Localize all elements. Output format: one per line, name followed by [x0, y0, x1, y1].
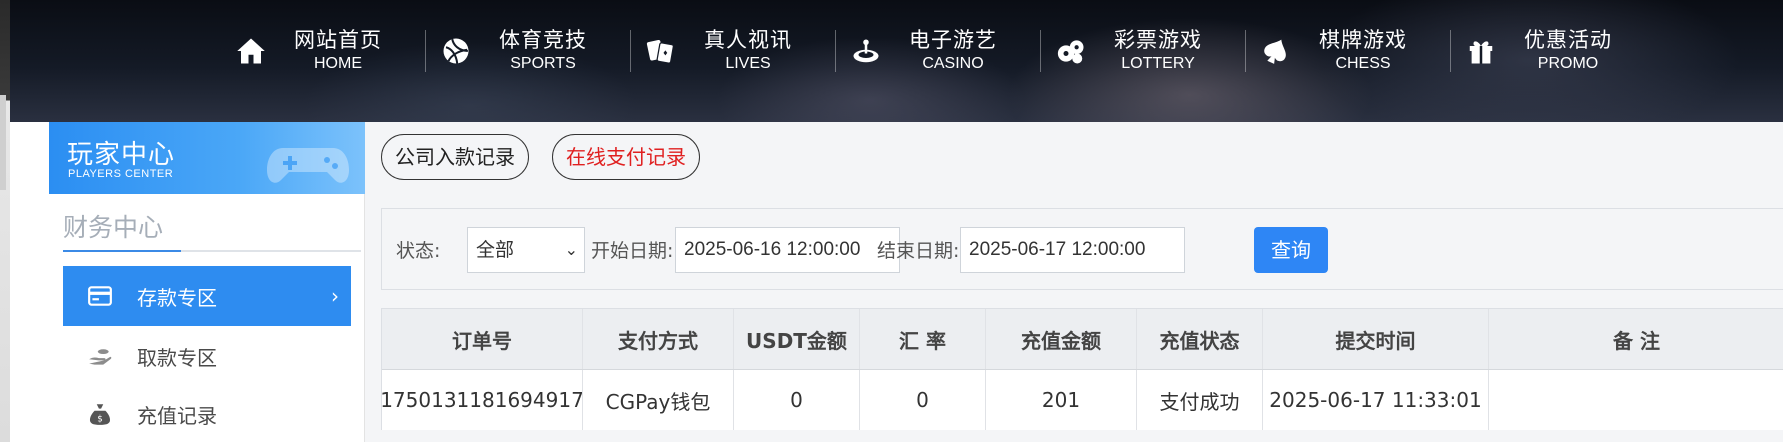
cell-recharge-amount: 201 [985, 370, 1136, 430]
nav-label-en: SPORTS [510, 55, 576, 72]
end-date-label: 结束日期: [877, 240, 960, 262]
nav-text: 优惠活动 PROMO [1524, 27, 1612, 75]
header-order-id: 订单号 [452, 328, 512, 353]
players-center-header: 玩家中心 PLAYERS CENTER [49, 122, 365, 194]
header-payment-method: 支付方式 [582, 309, 733, 369]
hand-coin-icon [85, 341, 115, 371]
nav-item-lottery[interactable]: 彩票游戏 LOTTERY [1040, 22, 1245, 80]
nav-label-cn: 网站首页 [294, 28, 382, 52]
sidebar-item-label: 取款专区 [137, 345, 217, 370]
gamepad-icon [267, 148, 349, 183]
nav-text: 真人视讯 LIVES [704, 27, 792, 75]
table-header: 订单号 支付方式 USDT金额 汇 率 充值金额 充值状态 提交时间 备 注 [382, 309, 1783, 370]
top-navigation: 网站首页 HOME 体育竞技 SPORTS 真人视讯 LIVES 电子游艺 CA… [10, 0, 1783, 122]
start-date-input[interactable]: 2025-06-16 12:00:00 [675, 227, 900, 273]
query-button[interactable]: 查询 [1254, 227, 1328, 273]
cell-order-id: 1750131181694917 [380, 388, 584, 412]
nav-item-casino[interactable]: 电子游艺 CASINO [835, 22, 1040, 80]
money-bag-icon: $ [85, 399, 115, 429]
status-select-value: 全部 [476, 239, 515, 261]
start-date-label: 开始日期: [591, 240, 674, 262]
end-date-input[interactable]: 2025-06-17 12:00:00 [960, 227, 1185, 273]
nav-label-en: HOME [314, 55, 362, 72]
header-exchange-rate: 汇 率 [859, 309, 985, 369]
header-submit-time: 提交时间 [1262, 309, 1488, 369]
nav-label-en: CHESS [1335, 55, 1391, 72]
cell-usdt-amount: 0 [733, 370, 859, 430]
window-edge [0, 0, 10, 442]
ball-icon [439, 34, 473, 68]
header-recharge-status: 充值状态 [1136, 309, 1262, 369]
lottery-balls-icon [1054, 34, 1088, 68]
finance-center-title: 财务中心 [63, 213, 164, 242]
main-content: 公司入款记录 在线支付记录 状态: 全部 ⌄ 开始日期: 2025-06-16 … [365, 122, 1783, 442]
nav-label-cn: 彩票游戏 [1114, 28, 1202, 52]
roulette-icon [849, 34, 883, 68]
sidebar-item-deposit[interactable]: 存款专区 › [63, 266, 351, 326]
finance-center-divider [63, 250, 361, 252]
nav-label-en: LIVES [725, 55, 771, 72]
cell-payment-method: CGPay钱包 [582, 370, 733, 430]
window-edge-notch [0, 95, 6, 190]
sidebar-item-label: 存款专区 [137, 285, 217, 310]
table-row: 1750131181694917 CGPay钱包 0 0 201 支付成功 20… [380, 370, 1783, 430]
nav-text: 电子游艺 CASINO [909, 27, 997, 75]
nav-text: 网站首页 HOME [294, 27, 382, 75]
cell-recharge-status: 支付成功 [1136, 370, 1262, 430]
gift-icon [1464, 34, 1498, 68]
nav-label-cn: 棋牌游戏 [1319, 28, 1407, 52]
nav-label-en: LOTTERY [1121, 55, 1195, 72]
sidebar-item-withdraw[interactable]: 取款专区 [63, 326, 351, 386]
nav-text: 体育竞技 SPORTS [499, 27, 587, 75]
card-icon [85, 281, 115, 311]
status-label: 状态: [396, 240, 441, 262]
nav-item-sports[interactable]: 体育竞技 SPORTS [425, 22, 630, 80]
records-table: 订单号 支付方式 USDT金额 汇 率 充值金额 充值状态 提交时间 备 注 1… [380, 308, 1783, 430]
tab-company-deposit-record[interactable]: 公司入款记录 [381, 134, 529, 180]
nav-item-lives[interactable]: 真人视讯 LIVES [630, 22, 835, 80]
sidebar-item-recharge-record[interactable]: $ 充值记录 [63, 384, 351, 442]
nav-label-cn: 优惠活动 [1524, 28, 1612, 52]
nav-text: 彩票游戏 LOTTERY [1114, 27, 1202, 75]
nav-label-en: PROMO [1537, 55, 1599, 72]
status-select[interactable]: 全部 ⌄ [467, 227, 585, 273]
sidebar: 玩家中心 PLAYERS CENTER 财务中心 存款专区 › 取款专区 $ 充… [49, 122, 365, 442]
header-recharge-amount: 充值金额 [985, 309, 1136, 369]
nav-item-promo[interactable]: 优惠活动 PROMO [1450, 22, 1655, 80]
cards-icon [644, 34, 678, 68]
tab-online-payment-record[interactable]: 在线支付记录 [552, 134, 700, 180]
chevron-down-icon: ⌄ [564, 240, 578, 259]
svg-text:$: $ [97, 415, 103, 425]
chevron-right-icon: › [331, 284, 339, 308]
nav-label-cn: 体育竞技 [499, 28, 587, 52]
nav-label-cn: 真人视讯 [704, 28, 792, 52]
cell-submit-time: 2025-06-17 11:33:01 [1262, 370, 1488, 430]
spade-icon [1259, 34, 1293, 68]
players-center-subtitle: PLAYERS CENTER [68, 168, 174, 180]
nav-list: 网站首页 HOME 体育竞技 SPORTS 真人视讯 LIVES 电子游艺 CA… [220, 22, 1655, 80]
players-center-title: 玩家中心 [67, 140, 176, 170]
home-icon [234, 34, 268, 68]
nav-text: 棋牌游戏 CHESS [1319, 27, 1407, 75]
filter-bar: 状态: 全部 ⌄ 开始日期: 2025-06-16 12:00:00 结束日期:… [381, 208, 1783, 290]
sidebar-item-label: 充值记录 [137, 403, 217, 428]
cell-exchange-rate: 0 [859, 370, 985, 430]
cell-remark [1488, 370, 1783, 430]
nav-item-chess[interactable]: 棋牌游戏 CHESS [1245, 22, 1450, 80]
nav-item-home[interactable]: 网站首页 HOME [220, 22, 425, 80]
nav-label-cn: 电子游艺 [909, 28, 997, 52]
nav-label-en: CASINO [922, 55, 984, 72]
header-remark: 备 注 [1488, 309, 1783, 369]
header-usdt-amount: USDT金额 [733, 309, 859, 369]
